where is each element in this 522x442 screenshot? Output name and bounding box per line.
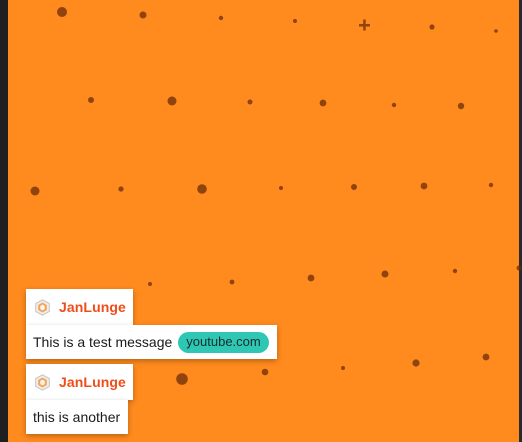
message-author-bubble: JanLunge xyxy=(26,289,133,325)
message-text: This is a test message xyxy=(33,334,173,350)
message-bubble: this is another xyxy=(26,400,129,434)
link-chip[interactable]: youtube.com xyxy=(178,331,269,353)
chat-overlay: JanLunge This is a test message youtube.… xyxy=(26,289,286,439)
shield-badge-icon xyxy=(34,298,51,316)
message-text: this is another xyxy=(33,409,121,425)
username: JanLunge xyxy=(59,374,126,390)
message-bubble: This is a test message youtube.com xyxy=(26,325,277,359)
username: JanLunge xyxy=(59,299,126,315)
message-author-bubble: JanLunge xyxy=(26,364,133,400)
shield-badge-icon xyxy=(34,373,51,391)
